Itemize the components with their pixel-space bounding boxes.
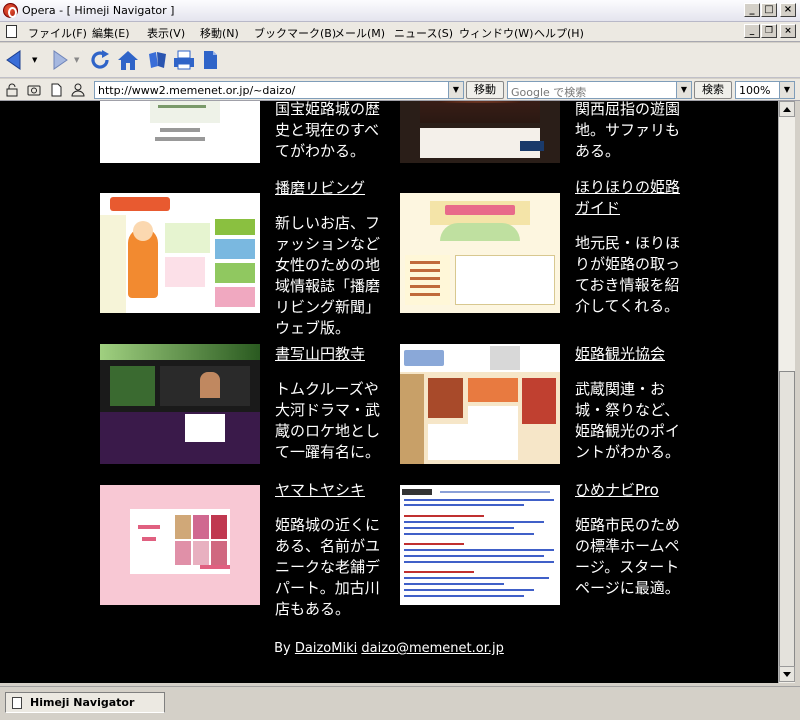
- site-thumbnail[interactable]: [400, 193, 560, 313]
- search-button[interactable]: 検索: [694, 81, 732, 99]
- page-info-icon[interactable]: [49, 83, 63, 97]
- menu-window[interactable]: ウィンドウ(W): [459, 25, 533, 41]
- site-link-yamatoyashiki[interactable]: ヤマトヤシキ: [275, 479, 365, 500]
- site-thumbnail[interactable]: [100, 101, 260, 163]
- mdi-restore-button[interactable]: ❐: [761, 24, 777, 38]
- back-icon[interactable]: [4, 48, 28, 72]
- scroll-up-button[interactable]: [779, 101, 795, 117]
- security-lock-icon[interactable]: [5, 83, 19, 97]
- site-link-harima-living[interactable]: 播磨リビング: [275, 177, 365, 198]
- forward-history-arrow-icon[interactable]: ▼: [74, 56, 79, 64]
- site-thumbnail[interactable]: [400, 485, 560, 605]
- page-tab-label: Himeji Navigator: [30, 696, 135, 709]
- page-tab-icon: [12, 697, 22, 709]
- hotlist-icon[interactable]: [146, 48, 170, 72]
- opera-logo-icon[interactable]: [3, 3, 18, 18]
- site-description: 新しいお店、ファッションなど女性のための地域情報誌「播磨リビング新聞」ウェブ版。: [275, 214, 381, 337]
- menu-file[interactable]: ファイル(F): [28, 25, 87, 41]
- page-tab[interactable]: Himeji Navigator: [5, 692, 165, 713]
- forward-icon[interactable]: [46, 48, 70, 72]
- cookie-icon[interactable]: [27, 83, 41, 97]
- address-bar: http://www2.memenet.or.jp/~daizo/ ▼ 移動 G…: [0, 79, 800, 101]
- reload-icon[interactable]: [88, 48, 112, 72]
- back-history-arrow-icon[interactable]: ▼: [32, 56, 37, 64]
- site-link-himenavi-pro[interactable]: ひめナビPro: [575, 479, 659, 500]
- site-thumbnail[interactable]: [100, 344, 260, 464]
- page-tab-bar: Himeji Navigator: [0, 686, 800, 720]
- search-engine-dropdown-icon[interactable]: ▼: [676, 81, 692, 99]
- menu-mail[interactable]: メール(M): [334, 25, 385, 41]
- site-thumbnail[interactable]: [400, 101, 560, 163]
- home-icon[interactable]: [116, 48, 140, 72]
- document-icon[interactable]: [6, 25, 17, 38]
- site-description: 地元民・ほりほりが姫路の取っておき情報を紹介してくれる。: [575, 234, 681, 315]
- site-thumbnail[interactable]: [100, 193, 260, 313]
- maximize-button[interactable]: □: [761, 3, 777, 17]
- menu-news[interactable]: ニュース(S): [394, 25, 453, 41]
- site-description: 関西屈指の遊園地。サファリもある。: [575, 101, 681, 160]
- menu-view[interactable]: 表示(V): [147, 25, 185, 41]
- site-description: 武蔵関連・お城・祭りなど、姫路観光のポイントがわかる。: [575, 380, 681, 461]
- navigation-toolbar: ▼ ▼: [0, 43, 800, 78]
- site-link-himeji-tourism[interactable]: 姫路観光協会: [575, 343, 665, 364]
- author-link[interactable]: DaizoMiki: [295, 641, 357, 656]
- site-description: トムクルーズや大河ドラマ・武蔵のロケ地として一躍有名に。: [275, 380, 381, 461]
- page-footer: By DaizoMiki daizo@memenet.or.jp: [0, 641, 778, 656]
- email-link[interactable]: daizo@memenet.or.jp: [361, 641, 504, 656]
- user-icon[interactable]: [71, 83, 85, 97]
- menu-edit[interactable]: 編集(E): [92, 25, 130, 41]
- url-input[interactable]: http://www2.memenet.or.jp/~daizo/: [94, 81, 464, 99]
- site-thumbnail[interactable]: [100, 485, 260, 605]
- scroll-thumb[interactable]: [779, 371, 795, 667]
- menu-bar: ファイル(F) 編集(E) 表示(V) 移動(N) ブックマーク(B) メール(…: [0, 22, 800, 42]
- page-content: 国宝姫路城の歴史と現在のすべてがわかる。 関西屈指の遊園地。サファリもある。 播…: [0, 101, 778, 683]
- site-description: 国宝姫路城の歴史と現在のすべてがわかる。: [275, 101, 381, 160]
- search-input[interactable]: Google で検索: [507, 81, 692, 99]
- site-description: 姫路城の近くにある、名前がユニークな老舗デパート。加古川店もある。: [275, 516, 381, 618]
- go-button[interactable]: 移動: [466, 81, 504, 99]
- page-icon[interactable]: [198, 48, 222, 72]
- site-thumbnail[interactable]: [400, 344, 560, 464]
- menu-bookmarks[interactable]: ブックマーク(B): [254, 25, 336, 41]
- title-bar: Opera - [ Himeji Navigator ] _ □ ×: [0, 0, 800, 22]
- url-dropdown-icon[interactable]: ▼: [448, 81, 464, 99]
- site-link-engyoji[interactable]: 書写山円教寺: [275, 343, 365, 364]
- site-link-horihori-guide[interactable]: ほりほりの姫路ガイド: [575, 177, 685, 219]
- menu-help[interactable]: ヘルプ(H): [534, 25, 584, 41]
- mdi-close-button[interactable]: ×: [780, 24, 796, 38]
- window-title: Opera - [ Himeji Navigator ]: [22, 4, 175, 17]
- vertical-scrollbar[interactable]: [778, 101, 795, 683]
- close-button[interactable]: ×: [780, 3, 796, 17]
- print-icon[interactable]: [172, 48, 196, 72]
- menu-navigate[interactable]: 移動(N): [200, 25, 239, 41]
- footer-by-label: By: [274, 641, 291, 656]
- site-description: 姫路市民のための標準ホームページ。スタートページに最適。: [575, 516, 681, 597]
- minimize-button[interactable]: _: [744, 3, 760, 17]
- mdi-minimize-button[interactable]: _: [744, 24, 760, 38]
- scroll-down-button[interactable]: [779, 666, 795, 682]
- zoom-dropdown-icon[interactable]: ▼: [779, 81, 795, 99]
